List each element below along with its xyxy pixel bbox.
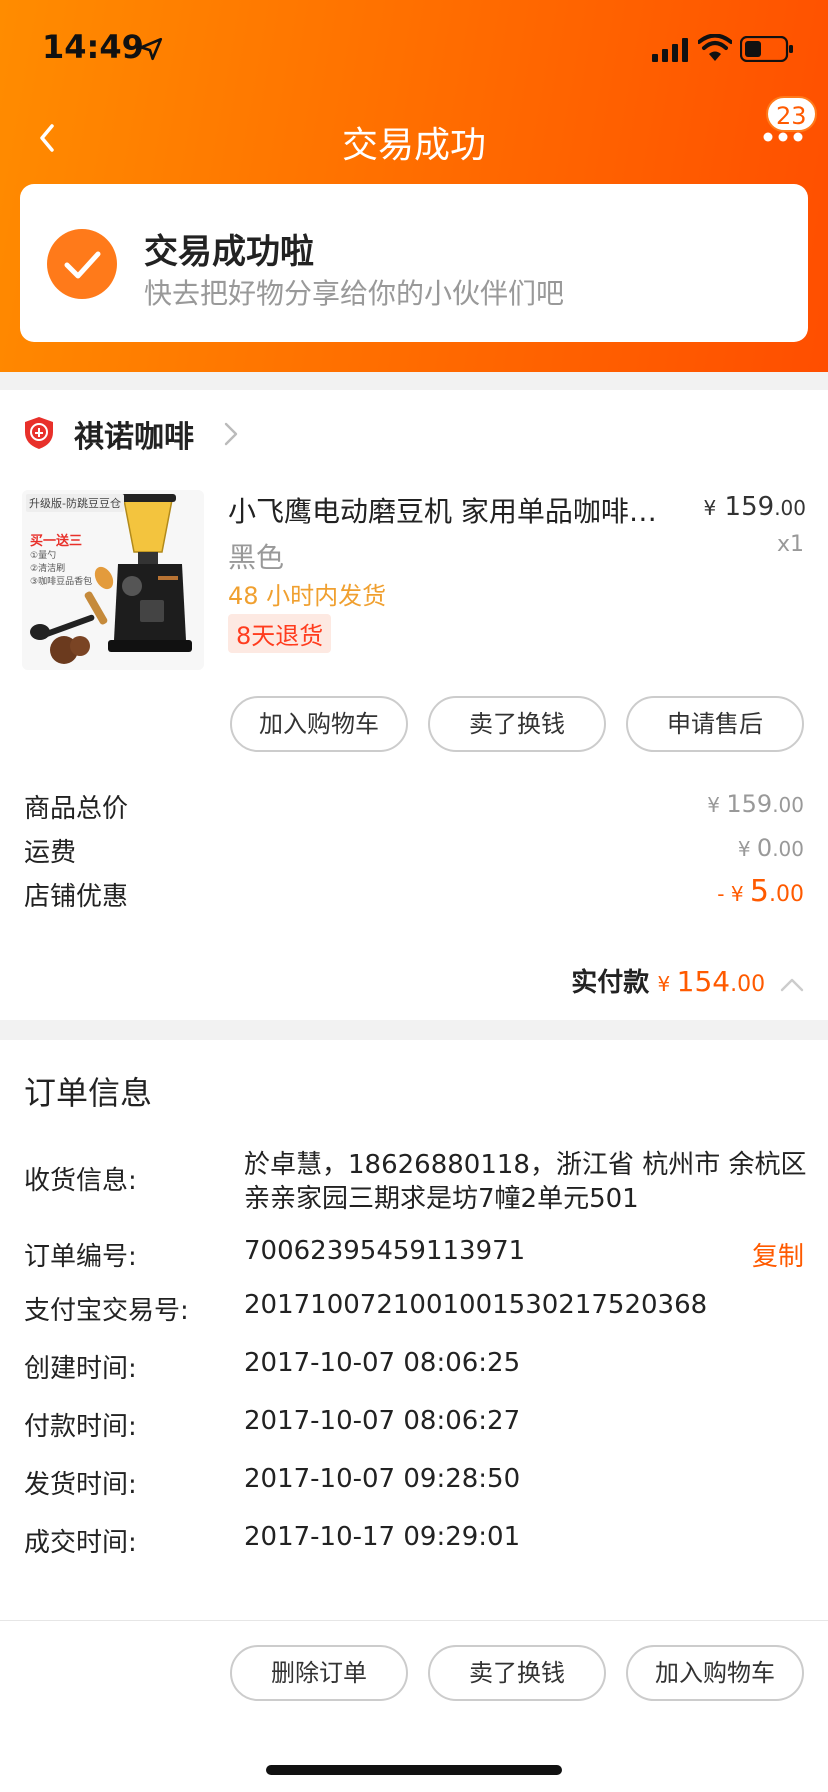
fee-label-total: 商品总价 <box>24 794 129 824</box>
paid-time: 2017-10-07 08:06:27 <box>244 1406 521 1436</box>
message-count-badge: 23 <box>766 96 817 132</box>
shop-badge-icon <box>25 417 53 449</box>
fee-label-shipping: 运费 <box>24 838 77 868</box>
shipped-time-label: 发货时间: <box>24 1470 137 1500</box>
location-arrow-icon <box>139 37 163 61</box>
order-info-card: 订单信息 收货信息: 於卓慧，18626880118，浙江省 杭州市 余杭区 亲… <box>0 1040 828 1620</box>
product-quantity: x1 <box>776 532 804 557</box>
closed-time-label: 成交时间: <box>24 1528 137 1558</box>
address-line-2: 亲亲家园三期求是坊7幢2单元501 <box>244 1184 639 1214</box>
after-sales-button[interactable]: 申请售后 <box>626 696 804 752</box>
fee-value-discount: - ¥ 5.00 <box>717 874 804 909</box>
order-card: 祺诺咖啡 升级版-防跳豆豆仓 买一送三 ①量勺 ②清洁刷 ③咖啡豆品香包 小飞鹰… <box>0 390 828 1020</box>
bottom-add-to-cart-button[interactable]: 加入购物车 <box>626 1645 804 1701</box>
paid-time-label: 付款时间: <box>24 1412 137 1442</box>
product-image-banner: 升级版-防跳豆豆仓 <box>26 494 124 512</box>
product-price: ¥ 159.00 <box>703 492 806 522</box>
address-line-1: 於卓慧，18626880118，浙江省 杭州市 余杭区 <box>244 1150 807 1180</box>
success-title: 交易成功啦 <box>144 232 314 272</box>
delete-order-button[interactable]: 删除订单 <box>230 1645 408 1701</box>
shipping-promise: 48 小时内发货 <box>228 582 387 610</box>
alipay-number: 2017100721001001530217520368 <box>244 1290 708 1320</box>
fee-label-discount: 店铺优惠 <box>24 882 129 912</box>
status-time: 14:49 <box>42 28 144 66</box>
more-dots-icon[interactable] <box>762 130 804 144</box>
add-to-cart-button[interactable]: 加入购物车 <box>230 696 408 752</box>
order-info-title: 订单信息 <box>24 1074 153 1112</box>
success-card: 交易成功啦 快去把好物分享给你的小伙伴们吧 <box>20 184 808 342</box>
collapse-caret-icon[interactable] <box>780 976 804 992</box>
product-image-promo: 买一送三 <box>30 534 83 549</box>
product-image[interactable]: 升级版-防跳豆豆仓 买一送三 ①量勺 ②清洁刷 ③咖啡豆品香包 <box>22 490 204 670</box>
closed-time: 2017-10-17 09:29:01 <box>244 1522 521 1552</box>
return-policy-tag: 8天退货 <box>228 614 332 653</box>
bottom-action-bar: 删除订单 卖了换钱 加入购物车 <box>0 1620 828 1792</box>
shipped-time: 2017-10-07 09:28:50 <box>244 1464 521 1494</box>
battery-icon <box>740 36 793 62</box>
created-time-label: 创建时间: <box>24 1354 137 1384</box>
address-label: 收货信息: <box>24 1166 137 1196</box>
cellular-signal-icon <box>652 38 688 62</box>
paid-label: 实付款 <box>571 968 650 998</box>
success-check-icon <box>47 229 117 299</box>
product-image-gifts: ①量勺 ②清洁刷 ③咖啡豆品香包 <box>30 551 93 587</box>
chevron-right-icon[interactable] <box>224 422 238 446</box>
home-indicator[interactable] <box>266 1765 562 1775</box>
created-time: 2017-10-07 08:06:25 <box>244 1348 521 1378</box>
order-number-label: 订单编号: <box>24 1242 137 1272</box>
success-subtitle: 快去把好物分享给你的小伙伴们吧 <box>144 277 565 310</box>
copy-order-number-link[interactable]: 复制 <box>752 1236 804 1273</box>
page-title: 交易成功 <box>341 125 486 166</box>
sell-for-cash-button[interactable]: 卖了换钱 <box>428 696 606 752</box>
bottom-sell-for-cash-button[interactable]: 卖了换钱 <box>428 1645 606 1701</box>
fee-value-shipping: ¥ 0.00 <box>737 834 804 862</box>
paid-total-row[interactable]: 实付款 ¥ 154.00 <box>571 962 804 999</box>
fee-value-total: ¥ 159.00 <box>707 790 804 818</box>
shop-name[interactable]: 祺诺咖啡 <box>74 412 194 456</box>
alipay-number-label: 支付宝交易号: <box>24 1296 189 1326</box>
product-sku-color: 黑色 <box>228 541 285 574</box>
status-bar: 14:49 <box>0 0 828 100</box>
paid-amount: ¥ 154.00 <box>657 965 766 998</box>
wifi-icon <box>698 34 732 61</box>
order-number: 70062395459113971 <box>244 1236 526 1266</box>
product-name[interactable]: 小飞鹰电动磨豆机 家用单品咖啡磨豆机 <box>228 490 668 530</box>
